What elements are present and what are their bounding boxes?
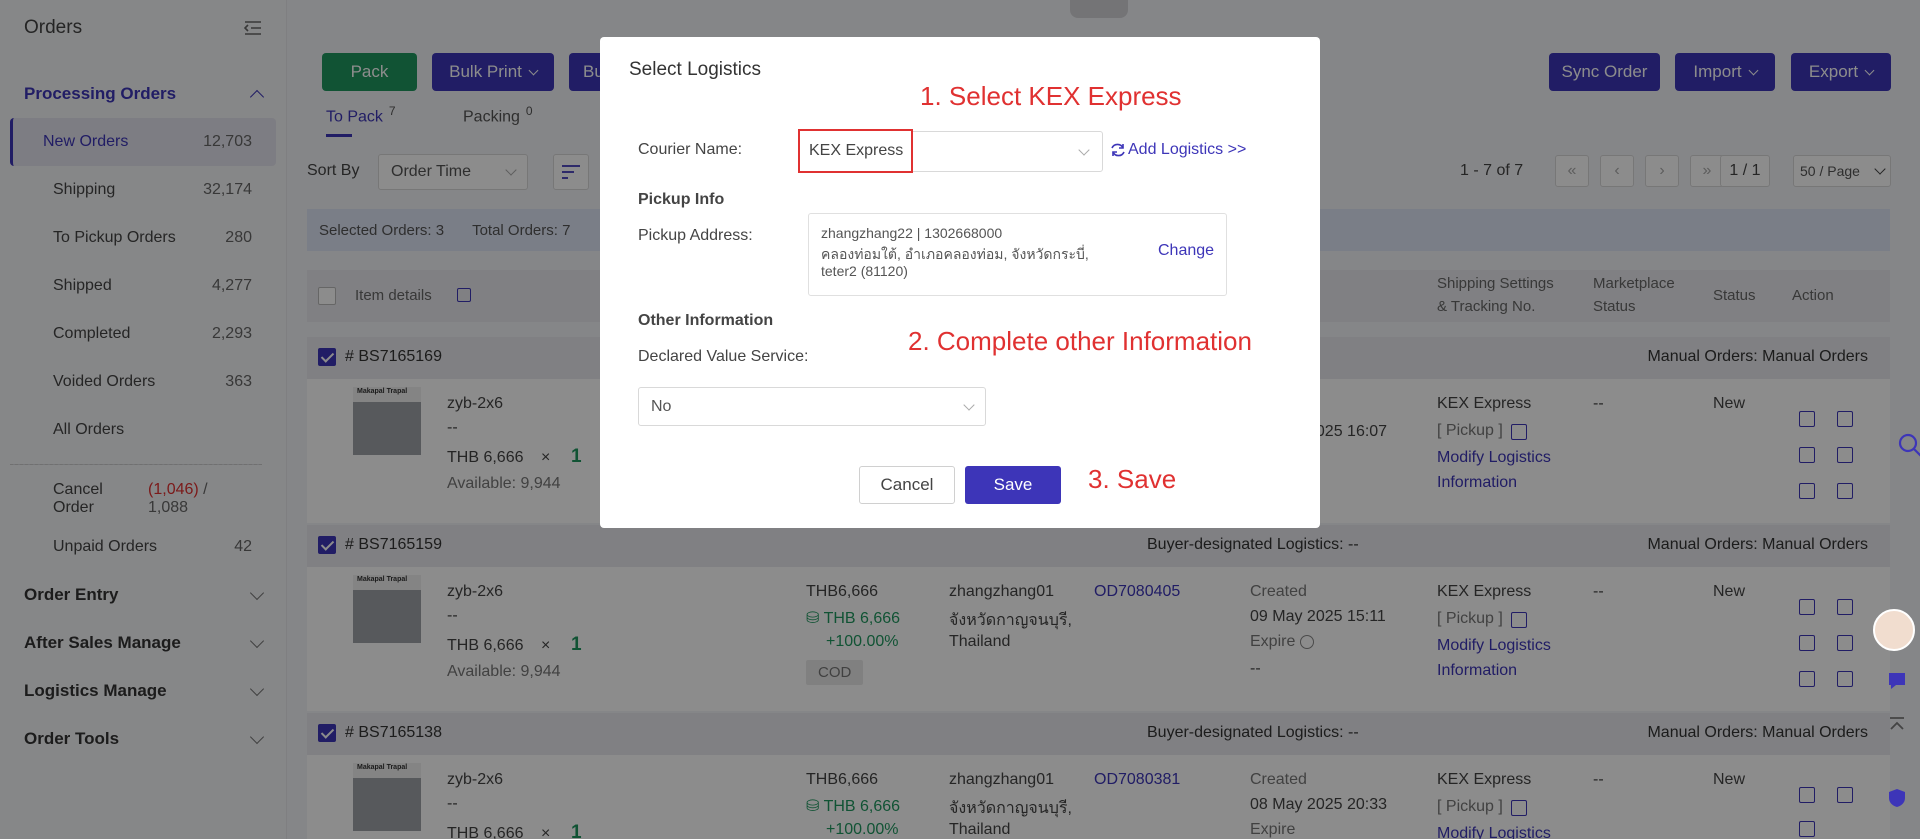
add-logistics-label: Add Logistics >> xyxy=(1128,141,1247,158)
scroll-top-icon[interactable] xyxy=(1880,708,1914,742)
add-logistics-link[interactable]: Add Logistics >> xyxy=(1110,141,1246,159)
declared-value-select[interactable]: No xyxy=(638,387,986,426)
dialog-title: Select Logistics xyxy=(629,59,762,80)
annotation-step-1: 1. Select KEX Express xyxy=(920,81,1182,111)
courier-selected-value[interactable]: KEX Express xyxy=(798,129,913,173)
search-icon[interactable] xyxy=(1893,428,1920,462)
chevron-down-icon xyxy=(1078,143,1090,156)
other-info-heading: Other Information xyxy=(638,312,774,329)
save-button[interactable]: Save xyxy=(965,466,1061,504)
chevron-down-icon xyxy=(963,398,975,411)
refresh-icon xyxy=(1111,143,1125,157)
assistant-avatar[interactable] xyxy=(1873,609,1915,651)
annotation-step-3: 3. Save xyxy=(1088,464,1177,494)
change-address-link[interactable]: Change xyxy=(1158,242,1214,260)
annotation-step-2: 2. Complete other Information xyxy=(908,326,1252,356)
pickup-info-heading: Pickup Info xyxy=(638,191,725,208)
select-logistics-dialog: Select Logistics 1. Select KEX Express C… xyxy=(600,37,1320,528)
chat-icon[interactable] xyxy=(1880,664,1914,698)
support-icon[interactable] xyxy=(1880,781,1914,815)
cancel-button[interactable]: Cancel xyxy=(859,466,955,504)
declared-value-label: Declared Value Service: xyxy=(638,348,809,365)
courier-name-label: Courier Name: xyxy=(638,141,743,158)
address-contact: zhangzhang22 | 1302668000 xyxy=(821,225,1003,241)
select-value: No xyxy=(651,397,672,415)
pickup-address-card: zhangzhang22 | 1302668000 คลองท่อมใต้, อ… xyxy=(808,213,1227,296)
address-postcode: teter2 (81120) xyxy=(821,263,908,279)
pickup-address-label: Pickup Address: xyxy=(638,227,753,244)
